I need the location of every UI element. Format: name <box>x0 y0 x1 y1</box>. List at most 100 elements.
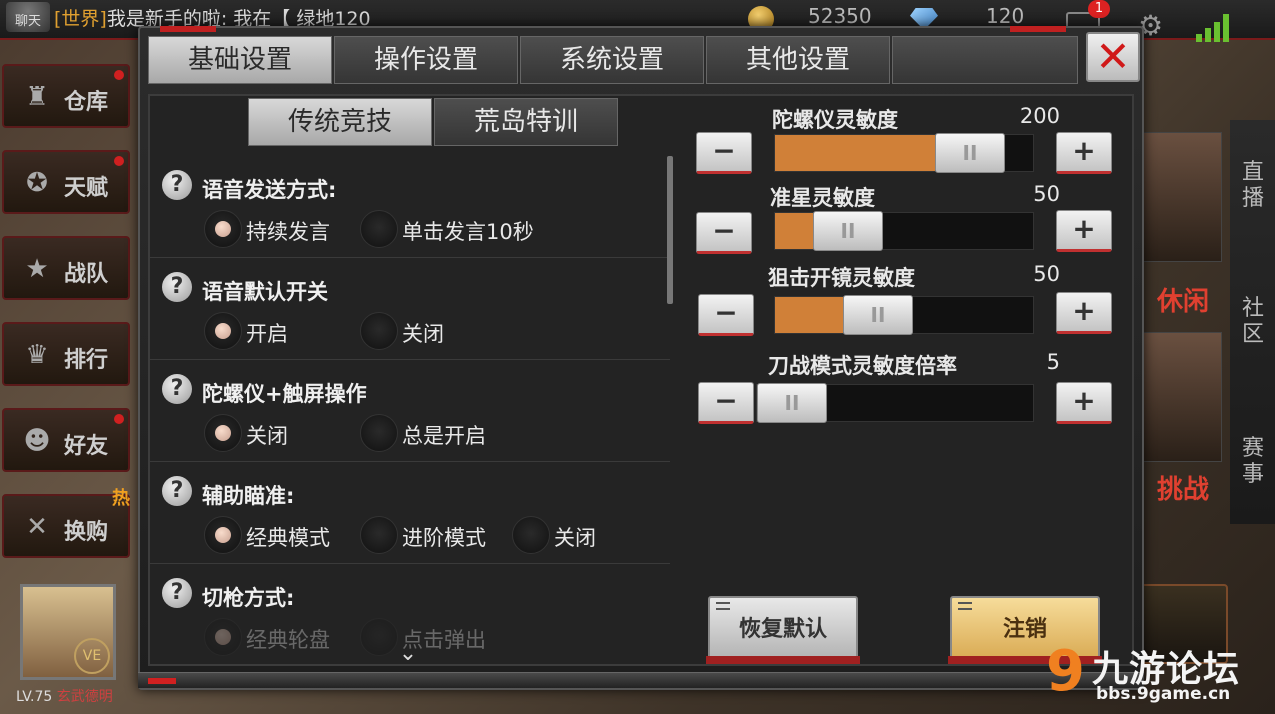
mode-subtabs: 传统竞技 荒岛特训 <box>248 98 618 146</box>
help-icon[interactable]: ? <box>162 272 192 302</box>
sidebar-item-warehouse[interactable]: ♜ 仓库 <box>2 64 130 128</box>
player-level: LV.75 玄武德明 <box>16 686 113 706</box>
help-icon[interactable]: ? <box>162 170 192 200</box>
close-button[interactable]: ✕ <box>1086 32 1140 82</box>
tab-control-settings[interactable]: 操作设置 <box>334 36 518 84</box>
radio-continuous[interactable]: 持续发言 <box>204 210 344 248</box>
restore-defaults-button[interactable]: 恢复默认 <box>708 596 858 664</box>
radio-label: 单击发言10秒 <box>402 220 534 244</box>
level-value: LV.75 <box>16 689 53 705</box>
restore-label: 恢复默认 <box>738 617 827 642</box>
sidebar-item-team[interactable]: ★ 战队 <box>2 236 130 300</box>
minus-button[interactable]: − <box>696 132 752 174</box>
notification-dot <box>114 70 124 80</box>
minus-button[interactable]: − <box>696 212 752 254</box>
sidebar-item-talent[interactable]: ✪ 天赋 <box>2 150 130 214</box>
plus-button[interactable]: + <box>1056 210 1112 252</box>
sidebar-item-label: 战队 <box>64 262 109 287</box>
tab-spacer <box>892 36 1078 84</box>
sidebar-item-friends[interactable]: ☻ 好友 <box>2 408 130 472</box>
tools-icon: ✕ <box>26 512 48 542</box>
radio-tap-10s[interactable]: 单击发言10秒 <box>360 210 560 248</box>
plus-button[interactable]: + <box>1056 382 1112 424</box>
tab-community[interactable]: 社区 <box>1238 296 1268 348</box>
radio-classic-wheel[interactable]: 经典轮盘 <box>204 618 344 656</box>
slider-handle[interactable]: II <box>813 211 883 251</box>
gem-count: 120 <box>986 4 1025 28</box>
chat-icon-label: 聊天 <box>14 14 41 29</box>
sidebar-item-label: 换购 <box>64 520 109 545</box>
slider-track[interactable]: II <box>756 383 1034 423</box>
slider-title: 狙击开镜灵敏度 <box>768 266 915 290</box>
tab-events[interactable]: 赛事 <box>1238 436 1268 488</box>
help-icon[interactable]: ? <box>162 476 192 506</box>
scrollbar[interactable] <box>667 156 673 304</box>
sidebar-item-ranking[interactable]: ♛ 排行 <box>2 322 130 386</box>
slider-value: 50 <box>1033 182 1060 206</box>
forum-url: bbs.9game.cn <box>1096 684 1231 704</box>
chat-ticker[interactable]: [世界]我是新手的啦: 我在【 绿地120 <box>54 4 371 30</box>
radio-always-on[interactable]: 总是开启 <box>360 414 520 452</box>
notification-dot <box>114 156 124 166</box>
slider-handle[interactable]: II <box>757 383 827 423</box>
radio-advanced-mode[interactable]: 进阶模式 <box>360 516 500 554</box>
radio-label: 进阶模式 <box>402 526 486 550</box>
radio-indicator <box>512 516 550 554</box>
tab-live[interactable]: 直播 <box>1238 160 1268 212</box>
radio-label: 关闭 <box>246 424 288 448</box>
options-list[interactable]: ? 语音发送方式: 持续发言 单击发言10秒 ? 语音默认开关 开启 关闭 ? … <box>150 156 670 664</box>
signal-icon <box>1196 12 1229 42</box>
slider-fill <box>775 297 843 333</box>
subtab-island[interactable]: 荒岛特训 <box>434 98 618 146</box>
promo-label: 挑战 <box>1156 475 1209 505</box>
slider-handle[interactable]: II <box>935 133 1005 173</box>
radio-label: 持续发言 <box>246 220 330 244</box>
sidebar-item-label: 排行 <box>64 348 109 373</box>
option-title: 辅助瞄准: <box>202 484 295 508</box>
radio-label: 经典模式 <box>246 526 330 550</box>
help-icon[interactable]: ? <box>162 374 192 404</box>
logout-label: 注销 <box>1002 617 1047 642</box>
option-title: 语音发送方式: <box>202 178 337 202</box>
slider-track[interactable]: II <box>774 295 1034 335</box>
slider-handle[interactable]: II <box>843 295 913 335</box>
slider-track[interactable]: II <box>774 211 1034 251</box>
slider-title: 陀螺仪灵敏度 <box>772 108 898 132</box>
dialog-accent <box>148 678 176 684</box>
radio-classic-mode[interactable]: 经典模式 <box>204 516 344 554</box>
dialog-accent <box>1010 26 1066 32</box>
dialog-footer <box>138 672 1144 688</box>
promo-card-casual[interactable]: 休闲 <box>1142 132 1222 317</box>
forum-logo: 9 <box>1046 639 1085 704</box>
radio-indicator <box>360 312 398 350</box>
option-title: 陀螺仪+触屏操作 <box>202 382 367 406</box>
help-icon[interactable]: ? <box>162 578 192 608</box>
option-voice-default: ? 语音默认开关 开启 关闭 <box>150 258 670 360</box>
team-icon: ★ <box>25 254 49 284</box>
chevron-down-icon[interactable]: ⌄ <box>392 642 424 666</box>
tab-system-settings[interactable]: 系统设置 <box>520 36 704 84</box>
slider-title: 准星灵敏度 <box>770 186 875 210</box>
plus-button[interactable]: + <box>1056 132 1112 174</box>
tab-basic-settings[interactable]: 基础设置 <box>148 36 332 84</box>
chat-icon[interactable]: 聊天 <box>6 2 50 32</box>
dialog-accent <box>160 26 216 32</box>
subtab-classic[interactable]: 传统竞技 <box>248 98 432 146</box>
radio-off[interactable]: 关闭 <box>512 516 622 554</box>
plus-button[interactable]: + <box>1056 292 1112 334</box>
slider-value: 5 <box>1046 350 1060 374</box>
radio-label: 经典轮盘 <box>246 628 330 652</box>
promo-card-challenge[interactable]: 挑战 <box>1142 332 1222 505</box>
vip-badge: VE <box>74 638 110 674</box>
slider-track[interactable]: II <box>774 133 1034 173</box>
radio-on[interactable]: 开启 <box>204 312 344 350</box>
radio-indicator <box>360 210 398 248</box>
minus-button[interactable]: − <box>698 382 754 424</box>
tab-other-settings[interactable]: 其他设置 <box>706 36 890 84</box>
radio-off[interactable]: 关闭 <box>360 312 500 350</box>
radio-tap-popup[interactable]: 点击弹出 <box>360 618 520 656</box>
radio-off[interactable]: 关闭 <box>204 414 344 452</box>
mail-badge: 1 <box>1088 0 1110 18</box>
sidebar-item-exchange[interactable]: ✕ 换购 <box>2 494 130 558</box>
minus-button[interactable]: − <box>698 294 754 336</box>
